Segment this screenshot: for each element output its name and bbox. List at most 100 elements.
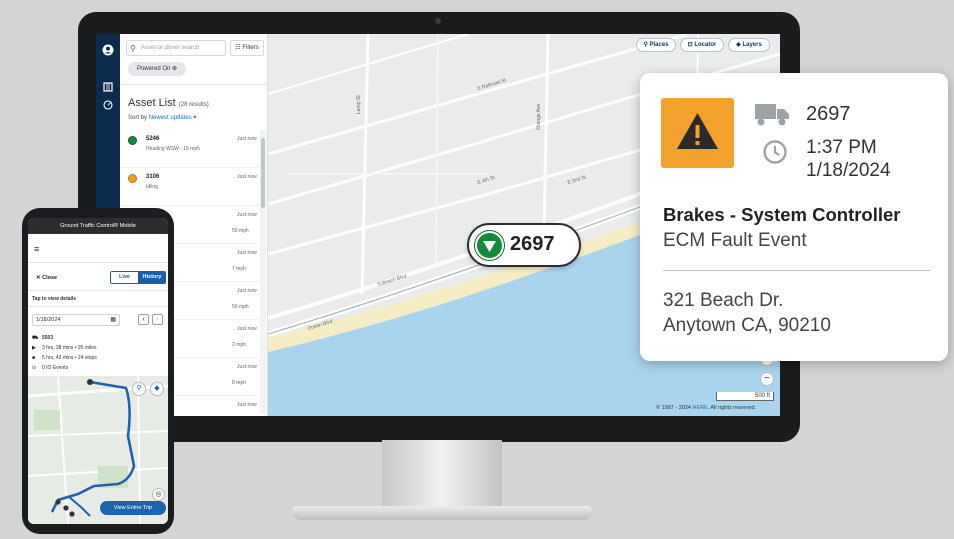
filters-button[interactable]: ☷ Filters [230,40,264,56]
monitor-stand-base [292,506,592,520]
asset-row[interactable]: 5246 Heading WSW - 15 mph Just now [120,130,260,168]
sort-dropdown[interactable]: Newest updates ▾ [149,115,197,121]
asset-updated-time: Just now [237,174,257,180]
stop-icon: ■ [32,355,36,361]
asset-list-scrollbar[interactable] [260,130,266,414]
clock-icon [763,140,787,164]
mobile-close-button[interactable]: ✕ Close [36,275,57,281]
asset-id: 3106 [146,174,160,180]
powered-on-chip[interactable]: Powered On ⊗ [128,62,186,76]
powered-on-label: Powered On [136,66,171,72]
next-day-button[interactable]: › [152,314,163,325]
places-button[interactable]: ⚲ Places [636,38,676,52]
copyright-brand[interactable]: HERE [692,405,707,411]
asset-updated-time: Just now [237,250,257,256]
user-icon[interactable] [101,44,115,58]
sort-value: Newest updates [148,115,192,121]
locator-icon: ⊡ [687,42,693,48]
asset-updated-time: Just now [237,136,257,142]
mobile-divider [28,262,168,263]
alert-card: 2697 1:37 PM 1/18/2024 Brakes - System C… [640,73,948,361]
moving-status-icon [128,136,137,145]
asset-id: 5246 [146,136,160,142]
alert-fault-title: Brakes - System Controller [663,204,901,225]
copyright-year: © 1987 - 2024 [656,405,691,411]
places-label: Places [649,42,669,48]
driving-summary-text: 3 hrs, 38 mins • 95 miles [42,345,97,351]
truck-icon: ⛟ [32,335,39,341]
view-entire-trip-button[interactable]: View Entire Trip [100,501,166,515]
mobile-unit-id: 5503 [42,335,54,341]
mobile-places-icon[interactable]: ⚲ [132,382,146,396]
asset-status: 50 mph [232,304,249,310]
svg-text:E 2nd St: E 2nd St [567,174,588,186]
svg-text:Orange Ave: Orange Ave [536,103,542,130]
layers-icon: ◆ [736,42,741,48]
alert-address-line1: 321 Beach Dr. [663,290,784,311]
asset-status: 50 mph [232,228,249,234]
history-date-value: 1/18/2024 [36,317,61,323]
asset-updated-time: Just now [237,402,257,408]
io-events-summary: ⊙ 0 IO Events [32,365,68,371]
locator-button[interactable]: ⊡ Locator [680,38,724,52]
monitor-stand-neck [382,440,502,508]
stopped-summary: ■ 5 hrs, 42 mins • 24 stops [32,355,97,361]
filters-label: Filters [242,45,259,51]
vehicle-marker-label: 2697 [510,233,555,255]
mobile-divider [28,290,168,291]
vehicle-marker[interactable]: 2697 [467,223,581,267]
alert-unit: 2697 [806,103,851,125]
prev-day-button[interactable]: ‹ [138,314,149,325]
search-placeholder: Asset or driver search [141,45,200,51]
live-tab[interactable]: Live [111,272,138,283]
play-icon: ▶ [32,345,36,351]
mobile-app-title: Ground Traffic Control® Mobile [28,218,168,234]
vehicle-heading-icon [475,231,504,260]
search-icon: ⚲ [130,44,136,53]
hamburger-menu-icon[interactable]: ≡ [34,244,39,254]
idle-status-icon [128,174,137,183]
copyright-rights: . All rights reserved. [707,405,757,411]
mobile-layers-icon[interactable]: ◆ [150,382,164,396]
speedometer-icon[interactable] [101,100,115,114]
chip-remove-icon[interactable]: ⊗ [172,66,177,72]
mobile-locate-icon[interactable]: ◎ [152,488,165,501]
locator-label: Locator [694,42,717,48]
io-events-icon: ⊙ [32,365,37,371]
phone-screen: Ground Traffic Control® Mobile ≡ ✕ Close… [28,218,168,524]
calendar-icon[interactable]: ▦ [110,315,116,325]
asset-list-title: Asset List (28 results) [128,97,209,109]
warning-icon [677,113,718,149]
layers-button[interactable]: ◆ Layers [728,38,770,52]
zoom-out-button[interactable]: − [760,372,774,386]
panel-divider [120,84,268,85]
asset-row[interactable]: 3106 Idling Just now [120,168,260,206]
history-tab[interactable]: History [138,272,165,283]
asset-updated-time: Just now [237,212,257,218]
map-copyright: © 1987 - 2024 HERE. All rights reserved. [656,405,756,411]
asset-status: 7 mph [232,266,246,272]
alert-divider [663,270,930,271]
layers-label: Layers [742,42,762,48]
tap-hint: Tap to view details [32,296,77,302]
asset-search-input[interactable]: ⚲ Asset or driver search [126,40,226,56]
filters-icon: ☷ [235,45,241,51]
asset-status: 8 mph [232,380,246,386]
map-scale: 500 ft [716,392,774,401]
asset-status: Heading WSW - 15 mph [146,146,200,152]
asset-updated-time: Just now [237,326,257,332]
warning-icon-box [661,98,734,168]
asset-list-title-text: Asset List [128,97,176,109]
alert-address-line2: Anytown CA, 90210 [663,315,831,336]
alert-time: 1:37 PM [806,137,877,158]
map-icon[interactable] [101,82,115,96]
asset-updated-time: Just now [237,288,257,294]
asset-updated-time: Just now [237,364,257,370]
svg-text:S Beach Blvd: S Beach Blvd [377,273,408,288]
sort-prefix: Sort by [128,115,148,121]
monitor-camera [435,18,441,24]
scroll-thumb[interactable] [261,138,265,208]
history-date-input[interactable]: 1/18/2024 ▦ [32,314,120,326]
sort-by: Sort by Newest updates ▾ [128,114,196,121]
svg-text:E 4th St: E 4th St [477,175,496,186]
